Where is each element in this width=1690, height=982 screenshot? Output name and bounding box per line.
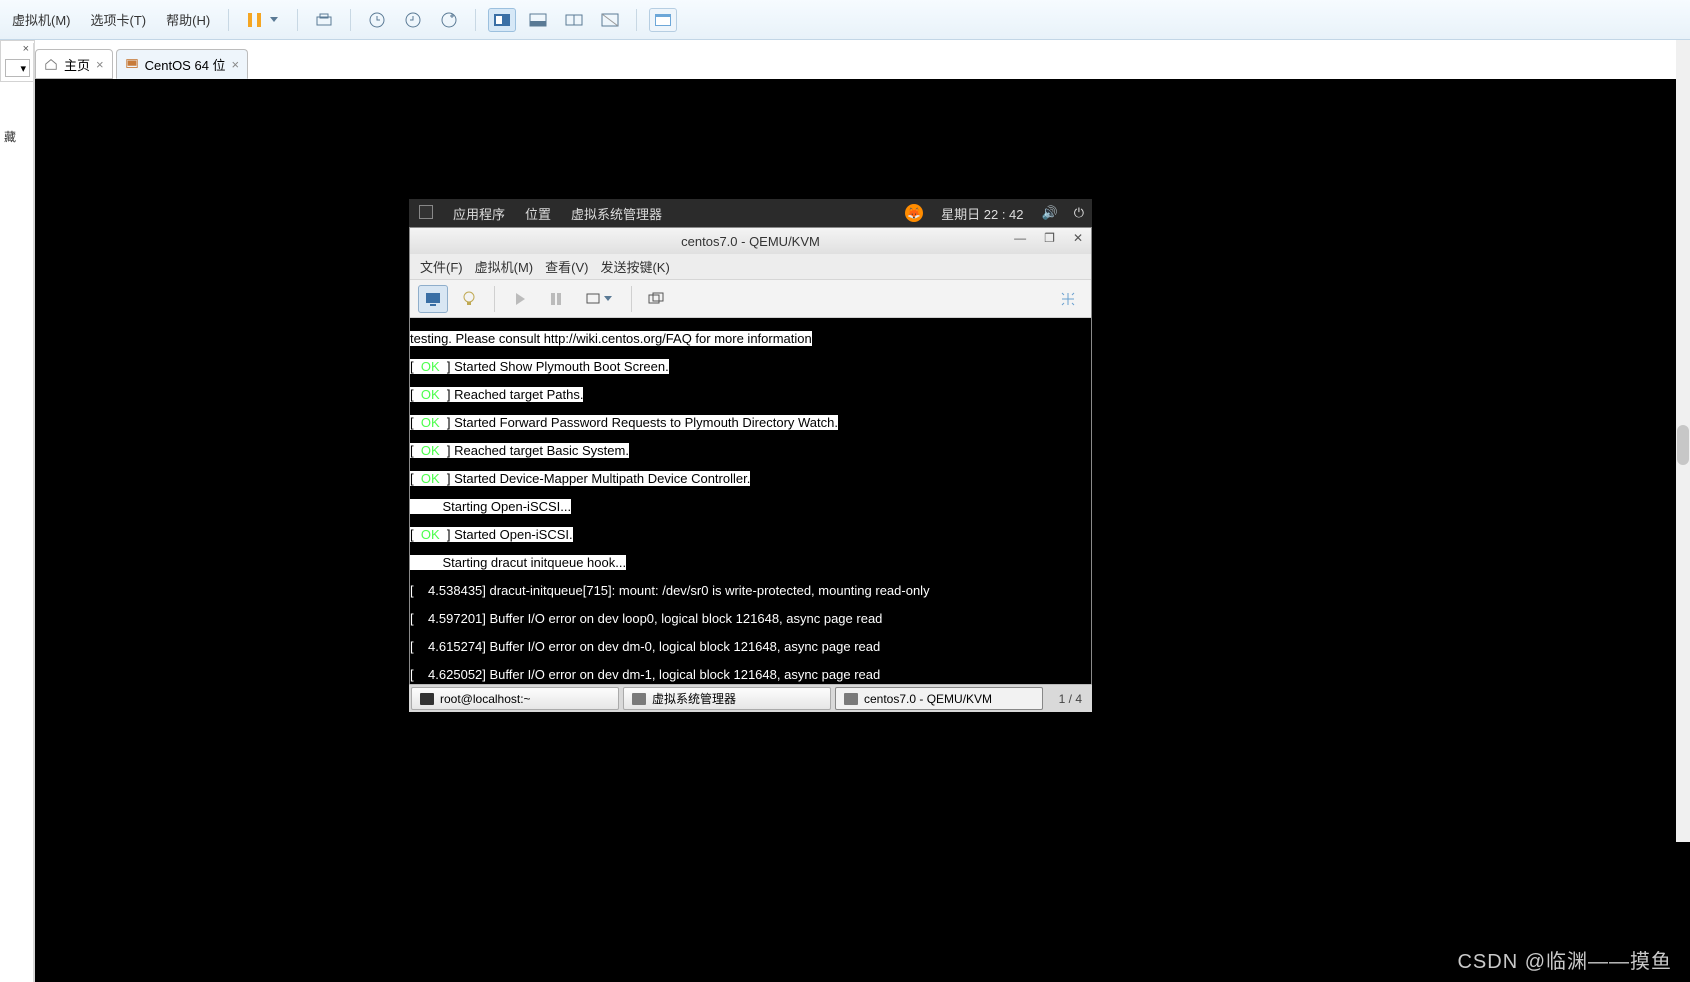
menu-vm[interactable]: 虚拟机(M): [475, 257, 534, 276]
fullscreen-exit-icon: [601, 13, 619, 27]
gnome-activities-icon[interactable]: [409, 205, 443, 222]
menu-vm[interactable]: 虚拟机(M): [6, 6, 77, 33]
console-view-button[interactable]: [418, 285, 448, 313]
separator: [228, 9, 229, 31]
qemu-window: centos7.0 - QEMU/KVM — ❐ ✕ 文件(F) 虚拟机(M) …: [409, 227, 1092, 687]
pause-button[interactable]: [241, 10, 285, 30]
firefox-icon[interactable]: 🦊: [897, 204, 931, 222]
clock-back-icon: [404, 11, 422, 29]
home-icon: [44, 57, 58, 71]
view-console-button[interactable]: [488, 8, 516, 32]
separator: [636, 9, 637, 31]
separator: [297, 9, 298, 31]
power-icon[interactable]: ⏻: [1066, 205, 1092, 221]
taskbar-item-qemu[interactable]: centos7.0 - QEMU/KVM: [835, 687, 1043, 710]
pause-icon: [248, 13, 252, 27]
tab-home[interactable]: 主页 ×: [35, 49, 113, 79]
pause-vm-button[interactable]: [541, 285, 571, 313]
qemu-menubar: 文件(F) 虚拟机(M) 查看(V) 发送按键(K): [410, 254, 1091, 280]
qemu-icon: [844, 693, 858, 705]
vm-icon: [125, 57, 139, 71]
menu-tabs[interactable]: 选项卡(T): [85, 6, 153, 33]
close-button[interactable]: ✕: [1069, 231, 1087, 245]
menu-help[interactable]: 帮助(H): [160, 6, 216, 33]
snapshot-manager-button[interactable]: [435, 8, 463, 32]
fit-guest-icon: [493, 13, 511, 27]
play-icon: [514, 292, 526, 306]
tab-label: 主页: [64, 55, 90, 74]
close-panel-button[interactable]: ×: [1, 41, 34, 57]
menu-file[interactable]: 文件(F): [420, 257, 463, 276]
gnome-places-menu[interactable]: 位置: [515, 204, 561, 223]
multi-monitor-icon: [565, 13, 583, 27]
qemu-titlebar[interactable]: centos7.0 - QEMU/KVM — ❐ ✕: [410, 228, 1091, 254]
workspace-indicator[interactable]: 1 / 4: [1049, 685, 1092, 712]
virtmanager-icon: [632, 693, 646, 705]
task-label: 虚拟系统管理器: [652, 690, 736, 707]
qemu-toolbar: [410, 280, 1091, 318]
vm-console-output[interactable]: testing. Please consult http://wiki.cent…: [410, 318, 1091, 686]
window-title: centos7.0 - QEMU/KVM: [681, 234, 820, 249]
volume-icon[interactable]: 🔊: [1034, 205, 1066, 221]
gnome-applications-menu[interactable]: 应用程序: [443, 204, 515, 223]
window-icon: [654, 13, 672, 27]
left-panel: × ▾: [0, 40, 35, 82]
chevron-down-icon: ▾: [20, 62, 26, 75]
task-label: centos7.0 - QEMU/KVM: [864, 692, 992, 706]
separator: [631, 286, 632, 312]
monitor-icon: [425, 292, 441, 306]
tab-label: CentOS 64 位: [145, 55, 226, 74]
panel-dropdown[interactable]: ▾: [5, 59, 30, 77]
scrollbar[interactable]: [1676, 40, 1690, 842]
shutdown-dropdown[interactable]: [577, 285, 621, 313]
close-icon[interactable]: ×: [96, 57, 104, 72]
menu-view[interactable]: 查看(V): [545, 257, 588, 276]
menu-sendkey[interactable]: 发送按键(K): [600, 257, 669, 276]
guest-taskbar: root@localhost:~ 虚拟系统管理器 centos7.0 - QEM…: [409, 684, 1092, 712]
scrollbar-thumb[interactable]: [1677, 425, 1689, 465]
gnome-app-title[interactable]: 虚拟系统管理器: [561, 204, 672, 223]
chevron-down-icon: [270, 17, 278, 22]
vmware-top-toolbar: 虚拟机(M) 选项卡(T) 帮助(H): [0, 0, 1690, 40]
gnome-datetime[interactable]: 星期日 22 : 42: [931, 204, 1033, 223]
revert-snapshot-button[interactable]: [399, 8, 427, 32]
tab-centos[interactable]: CentOS 64 位 ×: [116, 49, 249, 79]
snapshots-icon: [648, 292, 666, 306]
minimize-button[interactable]: —: [1010, 231, 1030, 245]
watermark-text: CSDN @临渊——摸鱼: [1457, 945, 1672, 974]
printer-icon: [315, 13, 333, 27]
send-ctrl-alt-del-button[interactable]: [310, 8, 338, 32]
expand-icon: [1059, 290, 1077, 308]
clock-icon: [368, 11, 386, 29]
view-unity-button[interactable]: [560, 8, 588, 32]
bulb-icon: [462, 290, 476, 308]
clock-plus-icon: [440, 11, 458, 29]
separator: [475, 9, 476, 31]
close-icon[interactable]: ×: [232, 57, 240, 72]
screen-icon: [586, 292, 600, 306]
taskbar-item-terminal[interactable]: root@localhost:~: [411, 687, 619, 710]
separator: [350, 9, 351, 31]
tab-bar: 主页 × CentOS 64 位 ×: [35, 43, 251, 79]
pause-icon: [257, 13, 261, 27]
snapshot-button[interactable]: [363, 8, 391, 32]
enter-fullscreen-button[interactable]: [649, 8, 677, 32]
details-view-button[interactable]: [454, 285, 484, 313]
snapshot-button[interactable]: [642, 285, 672, 313]
taskbar-item-virtmanager[interactable]: 虚拟系统管理器: [623, 687, 831, 710]
maximize-button[interactable]: ❐: [1040, 231, 1059, 245]
run-button[interactable]: [505, 285, 535, 313]
stretch-icon: [529, 13, 547, 27]
task-label: root@localhost:~: [440, 692, 531, 706]
chevron-down-icon: [604, 296, 612, 301]
view-thumbnail-button[interactable]: [524, 8, 552, 32]
fullscreen-button[interactable]: [1053, 285, 1083, 313]
view-fullscreen-button[interactable]: [596, 8, 624, 32]
terminal-icon: [420, 693, 434, 705]
pause-icon: [550, 292, 562, 306]
hidden-text-label: 藏: [0, 124, 20, 149]
separator: [494, 286, 495, 312]
gnome-topbar: 应用程序 位置 虚拟系统管理器 🦊 星期日 22 : 42 🔊 ⏻: [409, 199, 1092, 227]
